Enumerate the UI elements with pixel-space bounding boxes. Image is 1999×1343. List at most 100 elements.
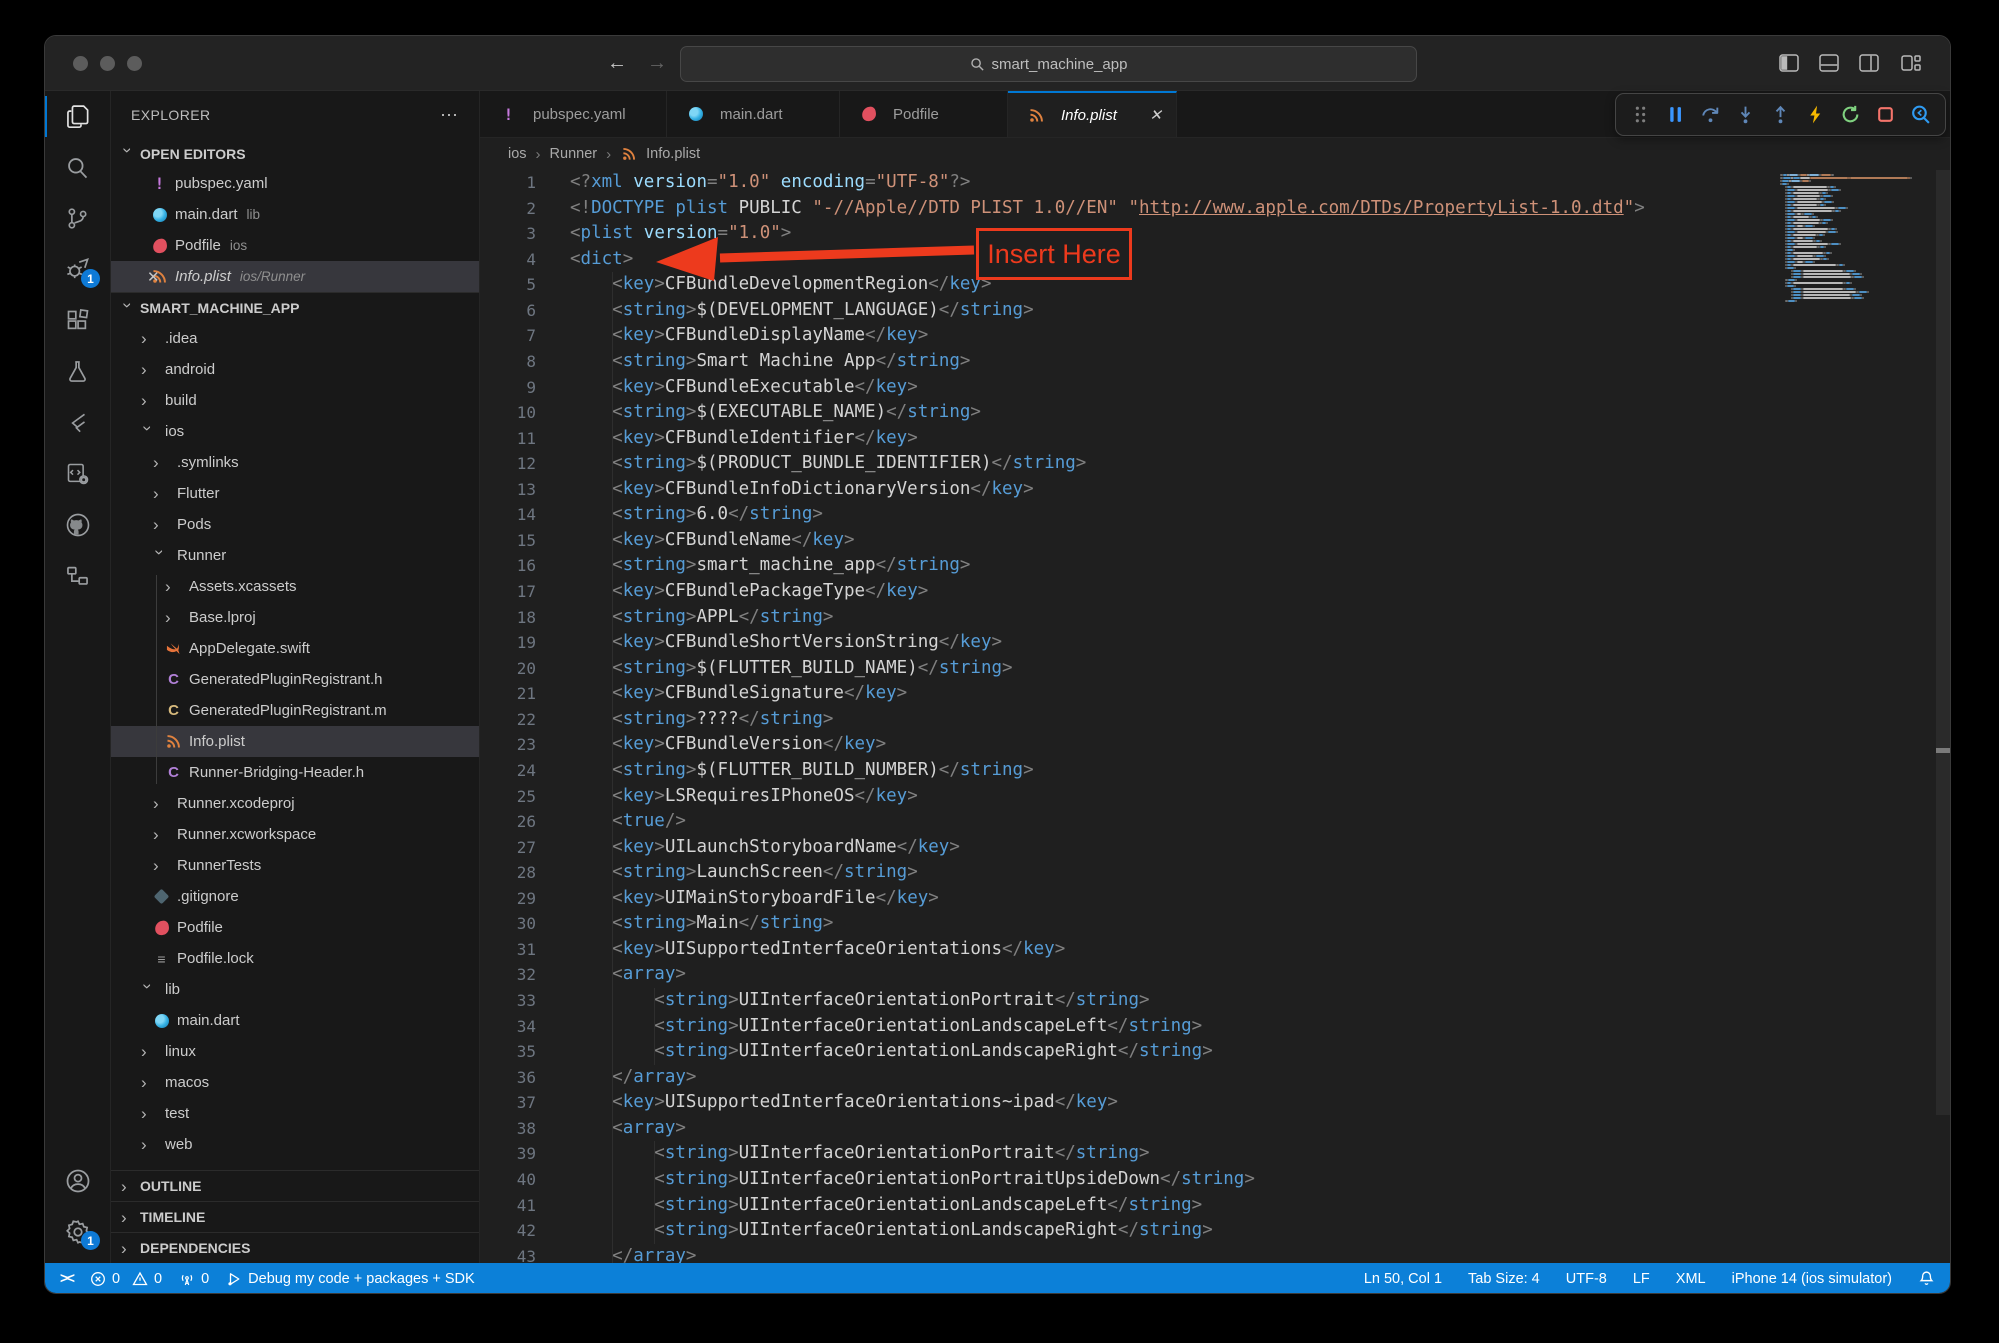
- ports-status[interactable]: 0: [179, 1271, 209, 1287]
- activity-testing-icon[interactable]: [45, 346, 110, 397]
- traffic-light-minimize-icon[interactable]: [100, 56, 115, 71]
- settings-gear-icon[interactable]: 1: [45, 1206, 110, 1257]
- dart-icon: [687, 106, 711, 123]
- tree-file-podfile-lock[interactable]: ≡Podfile.lock: [111, 943, 479, 974]
- traffic-light-zoom-icon[interactable]: [127, 56, 142, 71]
- tree-folder-ios[interactable]: ›ios: [111, 416, 479, 447]
- code-line: 21 <key>CFBundleSignature</key>: [480, 681, 1950, 707]
- chevron-right-icon: ›: [121, 1240, 135, 1257]
- open-editors-list: !pubspec.yamlmain.dartlibPodfileios✕Info…: [111, 168, 479, 292]
- tree-folder-assets-xcassets[interactable]: ›Assets.xcassets: [111, 571, 479, 602]
- line-number: 29: [480, 886, 536, 912]
- notifications-bell-icon[interactable]: [1918, 1270, 1935, 1287]
- tab-info-plist[interactable]: Info.plist✕: [1008, 91, 1177, 137]
- tree-folder-flutter[interactable]: ›Flutter: [111, 478, 479, 509]
- tab-pubspec-yaml[interactable]: !pubspec.yaml: [480, 91, 667, 137]
- tree-folder-runnertests[interactable]: ›RunnerTests: [111, 850, 479, 881]
- explorer-actions-icon[interactable]: ⋯: [440, 105, 459, 126]
- tree-file-appdelegate-swift[interactable]: AppDelegate.swift: [111, 633, 479, 664]
- activity-source-control-icon[interactable]: [45, 193, 110, 244]
- language-mode[interactable]: XML: [1676, 1271, 1706, 1287]
- toolbar-drag-handle-icon[interactable]: [1630, 104, 1651, 125]
- breadcrumb-item-ios[interactable]: ios: [508, 146, 527, 162]
- sidebar-section-dependencies[interactable]: ›DEPENDENCIES: [111, 1232, 479, 1263]
- close-icon[interactable]: ✕: [147, 268, 160, 286]
- tree-folder-runner-xcworkspace[interactable]: ›Runner.xcworkspace: [111, 819, 479, 850]
- tree-file-podfile[interactable]: Podfile: [111, 912, 479, 943]
- traffic-light-close-icon[interactable]: [73, 56, 88, 71]
- activity-search-icon[interactable]: [45, 142, 110, 193]
- cursor-position[interactable]: Ln 50, Col 1: [1364, 1271, 1442, 1287]
- tree-file-info-plist[interactable]: Info.plist: [111, 726, 479, 757]
- open-editor-podfile[interactable]: Podfileios: [111, 230, 479, 261]
- tree-folder-test[interactable]: ›test: [111, 1098, 479, 1129]
- open-editor-info-plist[interactable]: ✕Info.plistios/Runner: [111, 261, 479, 292]
- indentation[interactable]: Tab Size: 4: [1468, 1271, 1540, 1287]
- nav-back-icon[interactable]: ←: [605, 52, 629, 75]
- tree-folder-linux[interactable]: ›linux: [111, 1036, 479, 1067]
- editor-scrollbar[interactable]: [1934, 170, 1950, 1263]
- activity-references-icon[interactable]: [45, 550, 110, 601]
- activity-flutter-icon[interactable]: [45, 397, 110, 448]
- hot-reload-icon[interactable]: [1805, 104, 1826, 125]
- debug-step-into-icon[interactable]: [1735, 104, 1756, 125]
- tree-file-main-dart[interactable]: main.dart: [111, 1005, 479, 1036]
- minimap[interactable]: [1780, 174, 1912, 303]
- activity-project-config-icon[interactable]: [45, 448, 110, 499]
- open-editor-pubspec-yaml[interactable]: !pubspec.yaml: [111, 168, 479, 199]
- debug-pause-icon[interactable]: [1665, 104, 1686, 125]
- nav-forward-icon[interactable]: →: [645, 52, 669, 75]
- device-selector[interactable]: iPhone 14 (ios simulator): [1732, 1271, 1892, 1287]
- tree-folder--symlinks[interactable]: ›.symlinks: [111, 447, 479, 478]
- accounts-icon[interactable]: [45, 1155, 110, 1206]
- tab-podfile[interactable]: Podfile: [840, 91, 1008, 137]
- line-number: 41: [480, 1193, 536, 1219]
- tree-folder-runner-xcodeproj[interactable]: ›Runner.xcodeproj: [111, 788, 479, 819]
- activity-run-debug-icon[interactable]: 1: [45, 244, 110, 295]
- tree-file-runner-bridging-header-h[interactable]: CRunner-Bridging-Header.h: [111, 757, 479, 788]
- tree-folder-pods[interactable]: ›Pods: [111, 509, 479, 540]
- flutter-inspector-icon[interactable]: [1910, 104, 1931, 125]
- debug-restart-icon[interactable]: [1840, 104, 1861, 125]
- toggle-secondary-sidebar-icon[interactable]: [1858, 52, 1880, 74]
- code-line: 10 <string>$(EXECUTABLE_NAME)</string>: [480, 400, 1950, 426]
- tree-folder-macos[interactable]: ›macos: [111, 1067, 479, 1098]
- sidebar-section-outline[interactable]: ›OUTLINE: [111, 1170, 479, 1201]
- problems-status[interactable]: 0 0: [90, 1271, 162, 1287]
- scrollbar-slider[interactable]: [1936, 170, 1950, 1115]
- activity-extensions-icon[interactable]: [45, 295, 110, 346]
- tree-folder-runner[interactable]: ›Runner: [111, 540, 479, 571]
- tree-folder-android[interactable]: ›android: [111, 354, 479, 385]
- eol-sequence[interactable]: LF: [1633, 1271, 1650, 1287]
- project-root-header[interactable]: › SMART_MACHINE_APP: [111, 292, 479, 323]
- tree-folder--idea[interactable]: ›.idea: [111, 323, 479, 354]
- tree-folder-lib[interactable]: ›lib: [111, 974, 479, 1005]
- breadcrumb-item-file[interactable]: Info.plist: [646, 146, 700, 162]
- open-editor-main-dart[interactable]: main.dartlib: [111, 199, 479, 230]
- debug-step-out-icon[interactable]: [1770, 104, 1791, 125]
- debug-stop-icon[interactable]: [1875, 104, 1896, 125]
- remote-indicator[interactable]: ><: [60, 1271, 73, 1287]
- debug-step-over-icon[interactable]: [1700, 104, 1721, 125]
- tree-folder-web[interactable]: ›web: [111, 1129, 479, 1160]
- activity-explorer-icon[interactable]: [45, 91, 110, 142]
- command-center-search[interactable]: smart_machine_app: [680, 46, 1417, 82]
- toggle-primary-sidebar-icon[interactable]: [1778, 52, 1800, 74]
- customize-layout-icon[interactable]: [1900, 52, 1922, 74]
- minimap-line: [1780, 240, 1912, 242]
- tree-file--gitignore[interactable]: .gitignore: [111, 881, 479, 912]
- tree-folder-base-lproj[interactable]: ›Base.lproj: [111, 602, 479, 633]
- tree-file-generatedpluginregistrant-h[interactable]: CGeneratedPluginRegistrant.h: [111, 664, 479, 695]
- sidebar-section-timeline[interactable]: ›TIMELINE: [111, 1201, 479, 1232]
- open-editors-header[interactable]: › OPEN EDITORS: [111, 139, 479, 168]
- activity-github-icon[interactable]: [45, 499, 110, 550]
- tab-main-dart[interactable]: main.dart: [667, 91, 840, 137]
- code-line: 22 <string>????</string>: [480, 707, 1950, 733]
- tree-folder-build[interactable]: ›build: [111, 385, 479, 416]
- breadcrumb-item-runner[interactable]: Runner: [550, 146, 598, 162]
- encoding[interactable]: UTF-8: [1566, 1271, 1607, 1287]
- debug-session-status[interactable]: Debug my code + packages + SDK: [226, 1271, 475, 1287]
- tab-close-icon[interactable]: ✕: [1149, 106, 1162, 124]
- tree-file-generatedpluginregistrant-m[interactable]: CGeneratedPluginRegistrant.m: [111, 695, 479, 726]
- toggle-panel-icon[interactable]: [1818, 52, 1840, 74]
